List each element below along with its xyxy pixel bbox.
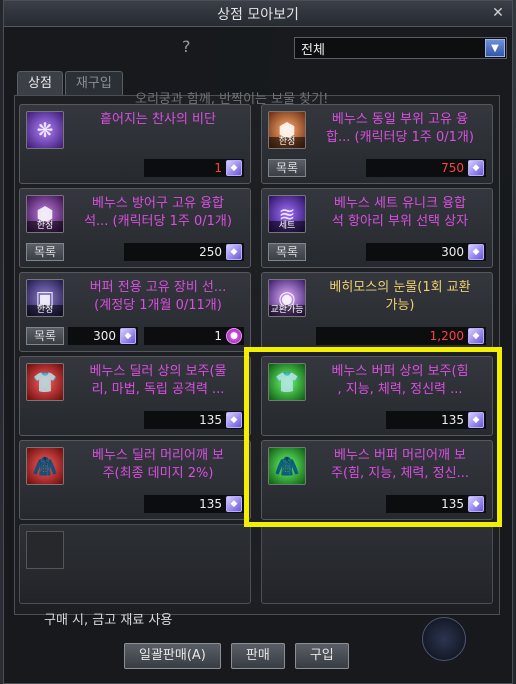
currency-icon: ◆ — [226, 244, 242, 260]
shop-item[interactable]: ≋ 세트 베누스 세트 유니크 융합 석 항아리 부위 선택 상자 목록 300 ◆ — [261, 188, 493, 268]
item-name: 베누스 딜러 머리어깨 보 주(최종 데미지 2%) — [92, 448, 224, 481]
empty-slot-icon — [26, 531, 64, 569]
item-name: 베히모스의 눈물(1회 교환 가능) — [329, 280, 471, 313]
list-button[interactable]: 목록 — [268, 159, 306, 177]
window-title: 상점 모아보기 — [217, 6, 299, 23]
item-price: 750 ◆ — [366, 159, 486, 177]
purchase-notice: 구매 시, 금고 재료 사용 — [44, 613, 173, 628]
tab-shop[interactable]: 상점 — [17, 71, 63, 95]
tab-rebuy[interactable]: 재구입 — [64, 71, 123, 95]
item-name: 베누스 동일 부위 고유 융 합... (캐릭터당 1주 0/1개) — [326, 112, 474, 145]
sell-button[interactable]: 판매 — [230, 643, 285, 669]
item-name: 베누스 세트 유니크 융합 석 항아리 부위 선택 상자 — [331, 196, 469, 229]
shop-item[interactable]: ◉ 교환가능 베히모스의 눈물(1회 교환 가능) 1,200 ◆ — [261, 272, 493, 352]
currency-icon: ◆ — [226, 160, 242, 176]
shop-item[interactable]: ⬢ 한정 베누스 방어구 고유 융합 석... (캐릭터당 1주 0/1개) 목록… — [19, 188, 251, 268]
category-select[interactable]: 전체 ▼ — [294, 37, 507, 59]
shop-item[interactable]: ▣ 한정 버퍼 전용 고유 장비 선... (계정당 1개월 0/11개) 목록 … — [19, 272, 251, 352]
bulk-sell-button[interactable]: 일괄판매(A) — [124, 643, 221, 669]
set-box-icon: ≋ 세트 — [268, 195, 306, 233]
shop-item[interactable]: 🧥 베누스 딜러 머리어깨 보 주(최종 데미지 2%) 135 ◆ — [19, 440, 251, 520]
shop-window: 상점 모아보기 ✕ ? 전체 ▼ 상점 재구입 오리쿵과 함께, 반짝이는 보물… — [3, 0, 513, 684]
close-icon[interactable]: ✕ — [490, 5, 506, 21]
item-price: 1 ◆ — [144, 159, 244, 177]
item-name: 베누스 딜러 상의 보주(물 리, 마법, 독립 공격력 ... — [89, 364, 227, 397]
list-button[interactable]: 목록 — [268, 243, 306, 261]
equipment-box-icon: ▣ 한정 — [26, 279, 64, 317]
item-price: 1,200 ◆ — [316, 327, 486, 345]
list-button[interactable]: 목록 — [26, 243, 64, 261]
titlebar: 상점 모아보기 ✕ — [4, 1, 512, 27]
item-list[interactable]: 오리쿵과 함께, 반짝이는 보물 찾기! ❋ 흩어지는 찬사의 비단 1 ◆ ⬢ 한… — [14, 92, 502, 615]
empty-slot — [19, 524, 251, 604]
shop-item[interactable]: 👕 베누스 딜러 상의 보주(물 리, 마법, 독립 공격력 ... 135 ◆ — [19, 356, 251, 436]
item-price: 250 ◆ — [124, 243, 244, 261]
item-name: 베누스 방어구 고유 융합 석... (캐릭터당 1주 0/1개) — [84, 196, 232, 229]
currency-icon: ◆ — [468, 328, 484, 344]
item-price: 135 ◆ — [144, 411, 244, 429]
skill-orb-icon — [422, 617, 466, 661]
list-button[interactable]: 목록 — [26, 327, 64, 345]
item-name: 버퍼 전용 고유 장비 선... (계정당 1개월 0/11개) — [89, 280, 227, 313]
currency-icon: ◆ — [226, 496, 242, 512]
item-price: 300 ◆ — [366, 243, 486, 261]
dealer-shoulder-orb-icon: 🧥 — [26, 447, 64, 485]
silk-icon: ❋ — [26, 111, 64, 149]
currency-icon: ◆ — [120, 328, 136, 344]
action-bar: 일괄판매(A) 판매 구입 — [124, 643, 349, 669]
buy-button[interactable]: 구입 — [294, 643, 349, 669]
dealer-top-orb-icon: 👕 — [26, 363, 64, 401]
item-name: 흩어지는 찬사의 비단 — [100, 112, 216, 127]
tab-bar: 상점 재구입 — [17, 71, 123, 95]
currency-icon: ◆ — [468, 160, 484, 176]
fusion-stone-icon: ⬢ 한정 — [26, 195, 64, 233]
shop-item[interactable]: ❋ 흩어지는 찬사의 비단 1 ◆ — [19, 104, 251, 184]
item-price: 1 ● — [144, 327, 244, 345]
highlight-box — [244, 347, 502, 527]
orb-currency-icon: ● — [226, 328, 242, 344]
help-icon[interactable]: ? — [182, 37, 191, 56]
chevron-down-icon[interactable]: ▼ — [485, 39, 505, 57]
currency-icon: ◆ — [226, 412, 242, 428]
item-price-secondary: 300 ◆ — [68, 327, 138, 345]
item-price: 135 ◆ — [144, 495, 244, 513]
shop-item[interactable]: ⬢ 한정 베누스 동일 부위 고유 융 합... (캐릭터당 1주 0/1개) 목… — [261, 104, 493, 184]
tear-icon: ◉ 교환가능 — [268, 279, 306, 317]
empty-slot — [261, 524, 493, 604]
currency-icon: ◆ — [468, 244, 484, 260]
category-selected-value: 전체 — [301, 42, 325, 58]
fusion-stone-icon: ⬢ 한정 — [268, 111, 306, 149]
